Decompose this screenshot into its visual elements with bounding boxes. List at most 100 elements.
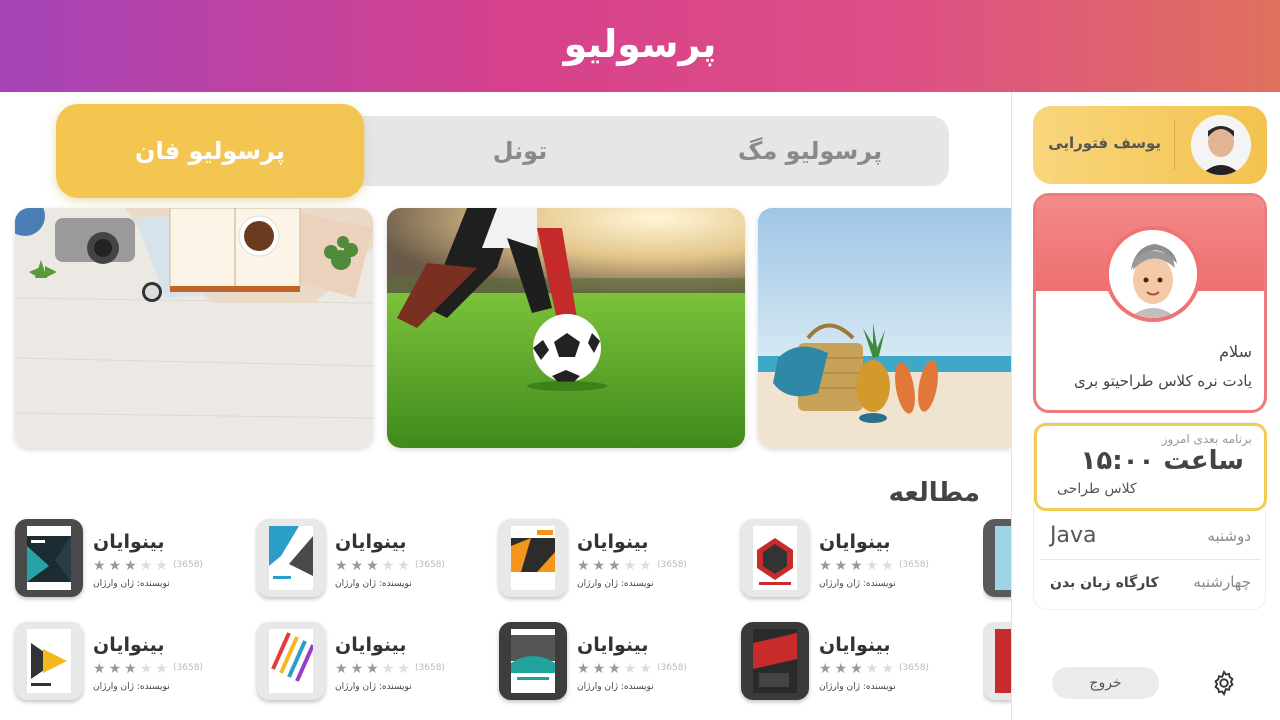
book-author: نویسنده: ژان وارژان <box>577 682 654 692</box>
book-card[interactable]: بینوایان ★★★★★ (3658) نویسنده: ژان وارژا… <box>499 622 734 706</box>
book-rating-stars: ★★★★★ <box>335 558 413 574</box>
memoji-avatar <box>1105 226 1201 322</box>
app-logo: پرسولیو <box>563 22 717 66</box>
book-card[interactable]: بینوایان ★★★★★ (3658) نویسنده: ژان وارژا… <box>15 622 250 706</box>
star-icon: ★ <box>93 558 109 574</box>
book-author: نویسنده: ژان وارژان <box>819 579 896 589</box>
schedule-row[interactable]: چهارشنبه کارگاه زبان بدن <box>1040 561 1261 606</box>
star-icon: ★ <box>592 661 609 677</box>
next-class-box[interactable]: برنامه بعدی امروز ساعت ۱۵:۰۰ کلاس طراحی <box>1034 423 1267 511</box>
book-title: بینوایان <box>819 531 891 553</box>
book-rating-count: (3658) <box>899 663 929 673</box>
star-icon: ★ <box>639 661 655 677</box>
star-icon: ★ <box>350 661 367 677</box>
book-thumbnail <box>741 519 809 597</box>
star-icon: ★ <box>124 661 140 677</box>
schedule-day: دوشنبه <box>1207 527 1251 545</box>
book-thumbnail <box>741 622 809 700</box>
banner-beach[interactable] <box>758 208 1011 448</box>
book-title: بینوایان <box>819 634 891 656</box>
greeting-card: سلام یادت نره کلاس طراحیتو بری <box>1033 193 1267 413</box>
star-icon: ★ <box>139 661 156 677</box>
soccer-image <box>387 208 745 448</box>
book-thumbnail <box>15 622 83 700</box>
star-icon: ★ <box>108 558 125 574</box>
book-thumbnail <box>257 519 325 597</box>
star-icon: ★ <box>639 558 655 574</box>
book-card-partial[interactable] <box>983 622 1011 706</box>
banner-travel[interactable] <box>15 208 373 448</box>
book-thumbnail <box>15 519 83 597</box>
book-rating-stars: ★★★★★ <box>93 661 171 677</box>
book-author: نویسنده: ژان وارژان <box>335 682 412 692</box>
section-title-reading: مطالعه <box>888 478 980 508</box>
star-icon: ★ <box>397 558 413 574</box>
book-rating-stars: ★★★★★ <box>577 558 655 574</box>
logout-button[interactable]: خروج <box>1052 667 1159 699</box>
star-icon: ★ <box>623 558 640 574</box>
star-icon: ★ <box>577 661 593 677</box>
gear-icon[interactable] <box>1210 669 1238 697</box>
book-card[interactable]: بینوایان ★★★★★ (3658) نویسنده: ژان وارژا… <box>15 519 250 603</box>
star-icon: ★ <box>819 661 835 677</box>
schedule-subject: کارگاه زبان بدن <box>1050 575 1159 591</box>
book-author: نویسنده: ژان وارژان <box>93 579 170 589</box>
book-card[interactable]: بینوایان ★★★★★ (3658) نویسنده: ژان وارژا… <box>741 519 976 603</box>
star-icon: ★ <box>850 558 866 574</box>
star-icon: ★ <box>335 558 351 574</box>
book-title: بینوایان <box>335 531 407 553</box>
book-thumbnail <box>983 622 1011 700</box>
star-icon: ★ <box>366 661 382 677</box>
star-icon: ★ <box>592 558 609 574</box>
avatar[interactable] <box>1191 115 1251 175</box>
user-profile-card[interactable]: یوسف فتورایی <box>1033 106 1267 184</box>
book-title: بینوایان <box>577 531 649 553</box>
star-icon: ★ <box>366 558 382 574</box>
schedule-day: چهارشنبه <box>1193 573 1251 591</box>
book-author: نویسنده: ژان وارژان <box>93 682 170 692</box>
book-card-partial[interactable] <box>983 519 1011 603</box>
book-rating-count: (3658) <box>657 663 687 673</box>
tab-persolio-mag[interactable]: پرسولیو مگ <box>680 116 940 186</box>
book-thumbnail <box>257 622 325 700</box>
book-rating-stars: ★★★★★ <box>335 661 413 677</box>
user-name: یوسف فتورایی <box>1048 134 1161 152</box>
star-icon: ★ <box>623 661 640 677</box>
tab-persolio-fun[interactable]: پرسولیو فان <box>56 104 364 198</box>
star-icon: ★ <box>124 558 140 574</box>
schedule-card: برنامه بعدی امروز ساعت ۱۵:۰۰ کلاس طراحی … <box>1033 422 1267 610</box>
star-icon: ★ <box>834 661 851 677</box>
book-rating-count: (3658) <box>173 663 203 673</box>
star-icon: ★ <box>865 558 882 574</box>
sidebar: یوسف فتورایی سلام یادت نره کلاس طراحیتو … <box>1011 92 1280 720</box>
star-icon: ★ <box>397 661 413 677</box>
banner-soccer[interactable] <box>387 208 745 448</box>
beach-image <box>758 208 1011 448</box>
book-title: بینوایان <box>335 634 407 656</box>
reminder-text: یادت نره کلاس طراحیتو بری <box>1074 372 1252 390</box>
book-title: بینوایان <box>93 531 165 553</box>
book-title: بینوایان <box>577 634 649 656</box>
app-header: پرسولیو <box>0 0 1280 92</box>
book-thumbnail <box>499 519 567 597</box>
star-icon: ★ <box>881 558 897 574</box>
book-card[interactable]: بینوایان ★★★★★ (3658) نویسنده: ژان وارژا… <box>741 622 976 706</box>
book-rating-stars: ★★★★★ <box>93 558 171 574</box>
book-card[interactable]: بینوایان ★★★★★ (3658) نویسنده: ژان وارژا… <box>499 519 734 603</box>
book-card[interactable]: بینوایان ★★★★★ (3658) نویسنده: ژان وارژا… <box>257 622 492 706</box>
book-card[interactable]: بینوایان ★★★★★ (3658) نویسنده: ژان وارژا… <box>257 519 492 603</box>
book-rating-count: (3658) <box>415 560 445 570</box>
book-author: نویسنده: ژان وارژان <box>819 682 896 692</box>
schedule-row[interactable]: دوشنبه Java <box>1040 515 1261 560</box>
tab-tunnel[interactable]: تونل <box>370 116 670 186</box>
travel-desk-image <box>15 208 373 448</box>
star-icon: ★ <box>850 661 866 677</box>
next-class-label: برنامه بعدی امروز <box>1161 432 1252 446</box>
star-icon: ★ <box>834 558 851 574</box>
star-icon: ★ <box>881 661 897 677</box>
book-author: نویسنده: ژان وارژان <box>577 579 654 589</box>
book-rating-count: (3658) <box>657 560 687 570</box>
tab-bar: پرسولیو مگ تونل پرسولیو فان <box>56 104 949 198</box>
book-author: نویسنده: ژان وارژان <box>335 579 412 589</box>
greeting-text: سلام <box>1219 342 1252 361</box>
